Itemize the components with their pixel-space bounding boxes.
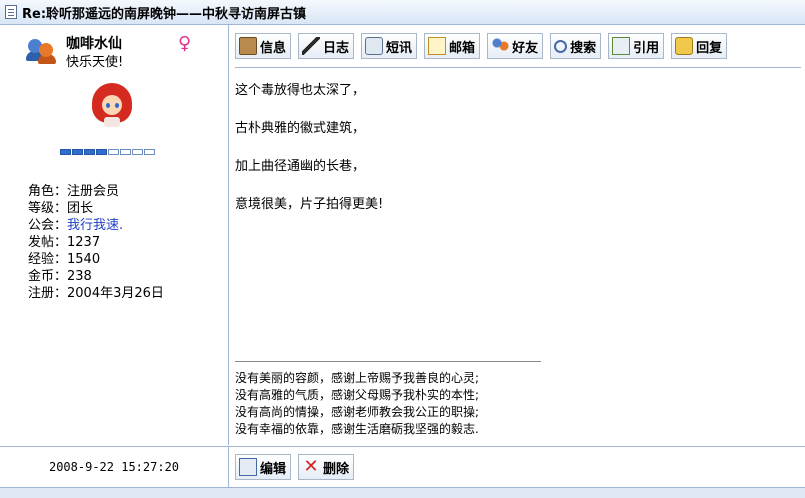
level-segment <box>60 149 71 155</box>
delete-button[interactable]: ✕ 删除 <box>298 454 355 480</box>
signature-divider <box>235 361 541 362</box>
info-button[interactable]: 信息 <box>235 33 292 59</box>
friend-button[interactable]: 好友 <box>487 33 544 59</box>
footer-strip <box>0 487 805 498</box>
reply-icon <box>675 37 694 55</box>
reply-button[interactable]: 回复 <box>671 33 728 59</box>
post-line: 加上曲径通幽的长巷， <box>235 159 366 174</box>
friends-icon <box>491 37 510 55</box>
edit-icon <box>239 458 257 476</box>
level-segment <box>72 149 83 155</box>
post-panel: 信息 日志 短讯 邮箱 好友 搜索 引用 回复 这个毒放得也太深了， 古朴典雅的… <box>229 25 805 445</box>
info-posts: 发帖：1237 <box>28 235 101 250</box>
female-gender-icon: ♀ <box>178 33 192 54</box>
post-line: 意境很美，片子拍得更美! <box>235 197 384 212</box>
message-icon <box>365 37 384 55</box>
toolbar-divider <box>235 67 801 68</box>
author-name[interactable]: 咖啡水仙 <box>66 33 122 53</box>
signature-line: 没有高雅的气质，感谢父母赐予我朴实的本性; <box>235 388 480 402</box>
author-info: 角色：注册会员 等级：团长 公会：我行我速. 发帖：1237 经验：1540 金… <box>28 183 164 302</box>
search-button[interactable]: 搜索 <box>550 33 602 59</box>
search-icon <box>554 39 568 53</box>
author-avatar[interactable] <box>92 83 132 127</box>
info-registered: 注册：2004年3月26日 <box>28 286 164 301</box>
post-timestamp: 2008-9-22 15:27:20 <box>0 446 229 487</box>
author-toolbar: 信息 日志 短讯 邮箱 好友 搜索 引用 回复 <box>235 33 728 59</box>
post-title: Re:聆听那遥远的南屏晚钟——中秋寻访南屏古镇 <box>22 6 307 22</box>
guild-link[interactable]: 我行我速. <box>67 218 123 233</box>
info-guild: 公会：我行我速. <box>28 218 124 233</box>
mail-button[interactable]: 邮箱 <box>424 33 481 59</box>
level-segment <box>132 149 143 155</box>
sms-button[interactable]: 短讯 <box>361 33 418 59</box>
info-coins: 金币：238 <box>28 269 92 284</box>
document-icon <box>5 5 17 19</box>
level-segment <box>144 149 155 155</box>
info-exp: 经验：1540 <box>28 252 101 267</box>
author-title: 快乐天使! <box>66 55 124 70</box>
edit-button[interactable]: 编辑 <box>235 454 292 480</box>
quote-icon <box>612 37 631 55</box>
info-rank: 等级：团长 <box>28 201 94 216</box>
post-actions: 编辑 ✕ 删除 <box>229 446 805 487</box>
signature: 没有美丽的容颜，感谢上帝赐予我善良的心灵; 没有高雅的气质，感谢父母赐予我朴实的… <box>235 370 479 438</box>
level-segment <box>84 149 95 155</box>
level-segment <box>120 149 131 155</box>
signature-line: 没有高尚的情操，感谢老师教会我公正的职操; <box>235 405 480 419</box>
signature-line: 没有美丽的容颜，感谢上帝赐予我善良的心灵; <box>235 371 480 385</box>
post-line: 古朴典雅的徽式建筑， <box>235 121 366 136</box>
level-segment <box>108 149 119 155</box>
info-role: 角色：注册会员 <box>28 184 120 199</box>
delete-x-icon: ✕ <box>303 456 319 477</box>
post-title-bar: Re:聆听那遥远的南屏晚钟——中秋寻访南屏古镇 <box>0 0 805 25</box>
author-panel: 咖啡水仙 快乐天使! ♀ 角色：注册会员 等级：团长 公会：我行我速. 发帖：1… <box>0 25 229 445</box>
level-progress-bar <box>60 149 155 155</box>
quote-button[interactable]: 引用 <box>608 33 665 59</box>
forum-post-frame: Re:聆听那遥远的南屏晚钟——中秋寻访南屏古镇 咖啡水仙 快乐天使! ♀ 角色：… <box>0 0 805 498</box>
post-body: 这个毒放得也太深了， 古朴典雅的徽式建筑， 加上曲径通幽的长巷， 意境很美，片子… <box>235 81 383 233</box>
signature-line: 没有幸福的依靠，感谢生活磨砺我坚强的毅志. <box>235 422 479 436</box>
pen-icon <box>302 37 321 55</box>
diary-button[interactable]: 日志 <box>298 33 355 59</box>
post-line: 这个毒放得也太深了， <box>235 83 366 98</box>
profile-icon <box>239 37 257 55</box>
user-group-icon <box>26 37 58 65</box>
envelope-icon <box>428 37 447 55</box>
level-segment <box>96 149 107 155</box>
